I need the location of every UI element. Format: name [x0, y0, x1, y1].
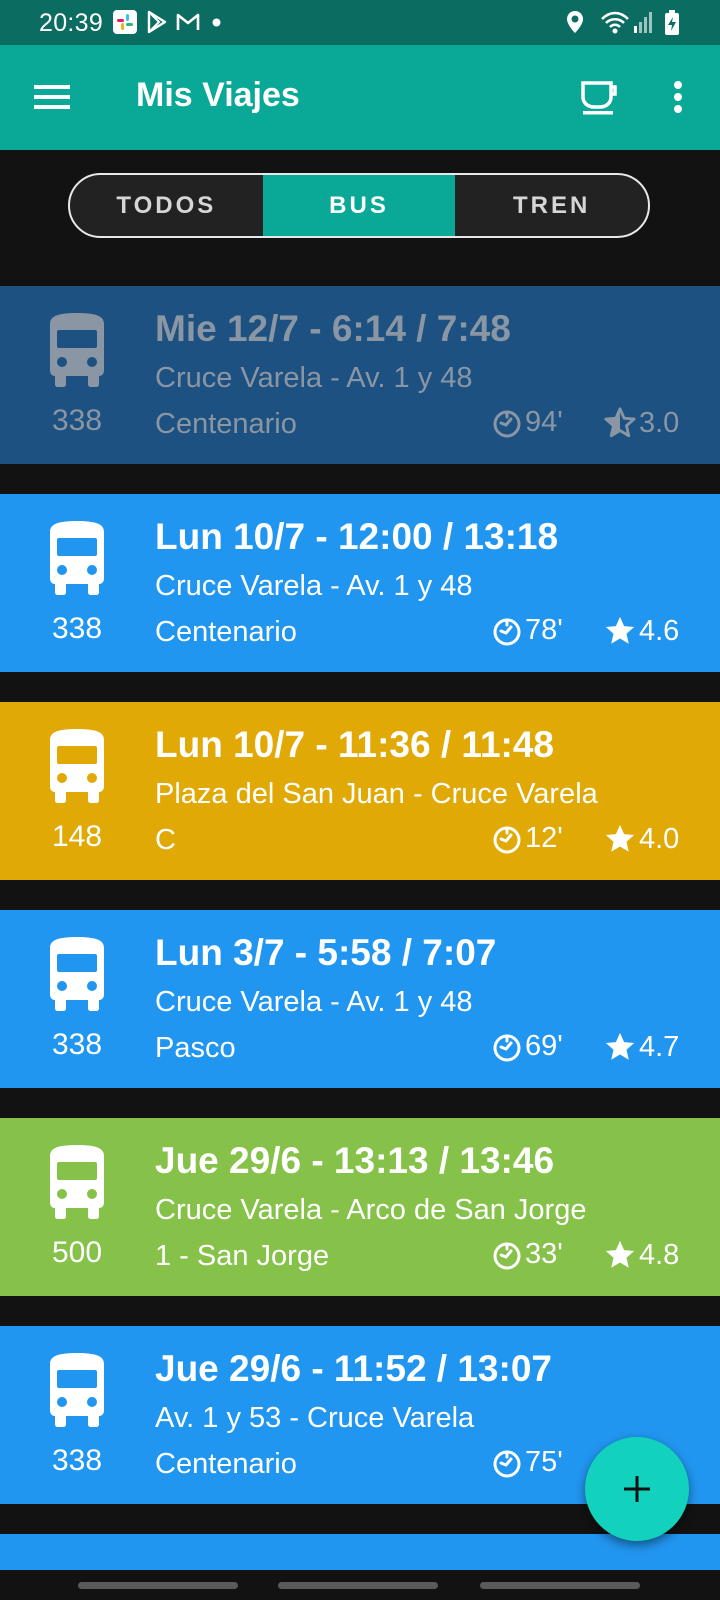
trip-rating: 4.0 [603, 822, 679, 856]
trip-stops: Cruce Varela - Arco de San Jorge [155, 1194, 587, 1226]
star-icon [605, 824, 635, 852]
wifi-icon [601, 11, 629, 34]
trip-card[interactable]: 148 Lun 10/7 - 11:36 / 11:48 Plaza del San… [0, 702, 720, 880]
menu-button[interactable] [26, 71, 78, 123]
trip-rating: 3.0 [603, 406, 679, 440]
route-number: 148 [51, 820, 103, 853]
trip-line: Centenario [155, 408, 297, 440]
star-icon [605, 1032, 635, 1060]
duration-value: 12' [525, 822, 563, 854]
route-number: 338 [51, 404, 103, 437]
trip-line: Pasco [155, 1032, 236, 1064]
trip-duration: 78' [492, 614, 563, 647]
trip-rating: 4.7 [603, 1030, 679, 1064]
status-bar: 20:39 [0, 0, 720, 45]
trip-duration: 75' [492, 1446, 563, 1479]
timer-icon [493, 826, 521, 853]
trip-card[interactable]: 338 Mie 12/7 - 6:14 / 7:48 Cruce Varela - … [0, 286, 720, 464]
timer-icon [493, 618, 521, 645]
trip-stops: Cruce Varela - Av. 1 y 48 [155, 986, 473, 1018]
trip-datetime: Lun 10/7 - 11:36 / 11:48 [155, 724, 554, 765]
bus-icon [50, 521, 104, 595]
nav-pill-left[interactable] [78, 1582, 238, 1589]
add-trip-button[interactable] [585, 1437, 689, 1541]
duration-value: 78' [525, 614, 563, 646]
play-store-icon [147, 10, 167, 34]
rating-value: 4.6 [639, 614, 680, 647]
trip-duration: 33' [492, 1238, 563, 1271]
rating-value: 4.7 [639, 1030, 680, 1063]
gmail-icon [176, 13, 200, 30]
trip-datetime: Jue 29/6 - 11:52 / 13:07 [155, 1348, 552, 1389]
trip-datetime: Lun 10/7 - 12:00 / 13:18 [155, 516, 559, 557]
coffee-button[interactable] [574, 71, 626, 123]
timer-icon [493, 1450, 521, 1477]
trip-line: C [155, 824, 176, 856]
tab-todos[interactable]: TODOS [70, 175, 263, 236]
page-title: Mis Viajes [136, 76, 300, 114]
bus-icon [50, 1353, 104, 1427]
slack-icon [113, 10, 137, 34]
coffee-cup-icon [581, 81, 617, 115]
duration-value: 33' [525, 1238, 563, 1270]
nav-pill-right[interactable] [480, 1582, 640, 1589]
screen: 20:39 Mis Viajes TODOS BUS TREN 338 Mie … [0, 0, 720, 1600]
trip-line: Centenario [155, 1448, 297, 1480]
trip-stops: Cruce Varela - Av. 1 y 48 [155, 362, 473, 394]
trip-card[interactable]: 500 Jue 29/6 - 13:13 / 13:46 Cruce Varela … [0, 1118, 720, 1296]
rating-value: 4.8 [639, 1238, 680, 1271]
trip-stops: Plaza del San Juan - Cruce Varela [155, 778, 598, 810]
status-time: 20:39 [39, 9, 104, 37]
trip-datetime: Jue 29/6 - 13:13 / 13:46 [155, 1140, 555, 1181]
overflow-menu-button[interactable] [652, 71, 704, 123]
bus-icon [50, 937, 104, 1011]
more-vertical-icon [674, 81, 682, 113]
rating-value: 3.0 [639, 406, 680, 439]
trip-duration: 69' [492, 1030, 563, 1063]
star-icon [605, 1240, 635, 1268]
trip-card[interactable]: 338 Lun 10/7 - 12:00 / 13:18 Cruce Varela … [0, 494, 720, 672]
navigation-bar [0, 1570, 720, 1600]
rating-value: 4.0 [639, 822, 680, 855]
trip-datetime: Lun 3/7 - 5:58 / 7:07 [155, 932, 497, 973]
tab-bus[interactable]: BUS [262, 175, 456, 236]
route-number: 500 [51, 1236, 103, 1269]
bus-icon [50, 1145, 104, 1219]
star-icon [604, 407, 636, 438]
trip-datetime: Mie 12/7 - 6:14 / 7:48 [155, 308, 511, 349]
hamburger-menu-icon [34, 85, 70, 109]
trip-card[interactable]: 338 Lun 3/7 - 5:58 / 7:07 Cruce Varela - A… [0, 910, 720, 1088]
duration-value: 94' [525, 406, 563, 438]
trip-stops: Av. 1 y 53 - Cruce Varela [155, 1402, 475, 1434]
route-number: 338 [51, 612, 103, 645]
transport-type-tabs: TODOS BUS TREN [68, 173, 650, 238]
trip-rating: 4.8 [603, 1238, 679, 1272]
location-icon [567, 11, 583, 33]
bus-icon [50, 729, 104, 803]
battery-charging-icon [665, 10, 679, 35]
duration-value: 69' [525, 1030, 563, 1062]
trip-stops: Cruce Varela - Av. 1 y 48 [155, 570, 473, 602]
app-bar: Mis Viajes [0, 45, 720, 150]
tab-tren[interactable]: TREN [455, 175, 648, 236]
trip-rating: 4.6 [603, 614, 679, 648]
nav-pill-home[interactable] [278, 1582, 438, 1589]
route-number: 338 [51, 1028, 103, 1061]
trip-line: 1 - San Jorge [155, 1240, 330, 1272]
star-icon [605, 616, 635, 644]
duration-value: 75' [525, 1446, 563, 1478]
trip-duration: 94' [492, 406, 563, 439]
trip-line: Centenario [155, 616, 297, 648]
trip-duration: 12' [492, 822, 563, 855]
signal-icon [634, 12, 652, 33]
timer-icon [493, 1034, 521, 1061]
route-number: 338 [51, 1444, 103, 1477]
add-icon [624, 1476, 650, 1502]
bus-icon [50, 313, 104, 387]
trip-card-peek[interactable] [0, 1534, 720, 1574]
timer-icon [493, 1242, 521, 1269]
dot-icon [212, 18, 221, 27]
timer-icon [493, 410, 521, 437]
